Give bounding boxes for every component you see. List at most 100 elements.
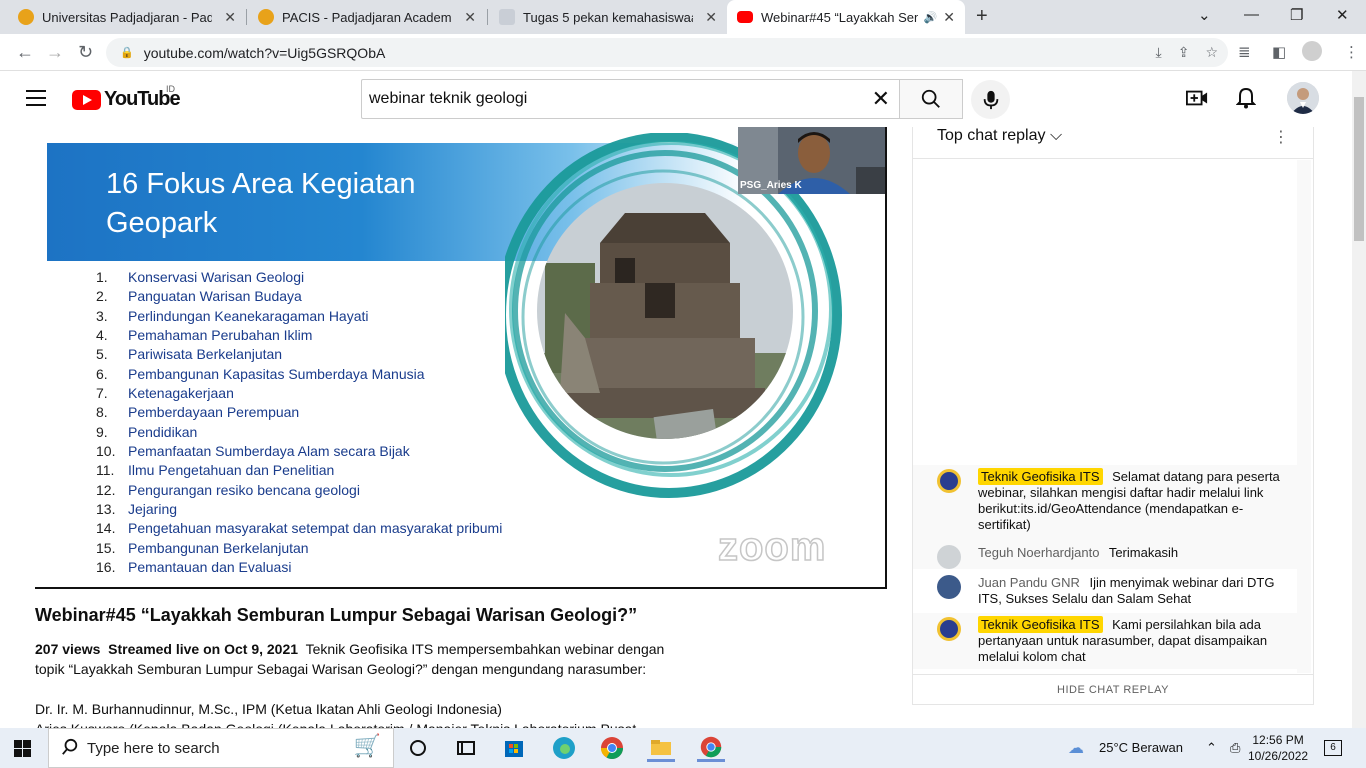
stream-date: Streamed live on Oct 9, 2021 <box>108 641 299 657</box>
chat-message[interactable]: Teguh Noerhardjanto Terimakasih <box>913 537 1297 569</box>
weather-text[interactable]: 25°C Berawan <box>1099 740 1183 755</box>
url-text: youtube.com/watch?v=Uig5GSRQObA <box>143 44 386 61</box>
chat-author[interactable]: Teguh Noerhardjanto <box>978 545 1099 560</box>
list-item: 3. Perlindungan Keanekaragaman Hayati <box>96 307 369 324</box>
tab-search-chevron-icon[interactable]: ⌄ <box>1198 6 1211 24</box>
chat-message[interactable]: Teknik Geofisika ITS Kami persilahkan bi… <box>913 613 1297 669</box>
chat-message-list: Teknik Geofisika ITS Selamat datang para… <box>913 465 1297 669</box>
restore-button[interactable]: ❐ <box>1290 6 1303 24</box>
chat-mode-dropdown[interactable]: Top chat replay ⌵ <box>937 127 1062 145</box>
close-window-button[interactable]: ✕ <box>1336 6 1349 24</box>
reading-list-icon[interactable]: ≣ <box>1238 43 1251 61</box>
profile-avatar-icon[interactable] <box>1302 41 1322 61</box>
microsoft-store-icon[interactable] <box>500 734 528 762</box>
chat-author[interactable]: Teknik Geofisika ITS <box>978 468 1103 485</box>
slide-title-line: 16 Fokus Area Kegiatan <box>106 168 416 200</box>
side-panel-icon[interactable]: ◧ <box>1272 43 1286 61</box>
clear-search-icon[interactable]: ✕ <box>872 86 890 112</box>
its-logo-avatar <box>937 617 961 641</box>
youtube-play-icon <box>72 89 101 110</box>
browser-tab-webinar[interactable]: Webinar#45 “Layakkah Semb 🔊 ✕ <box>727 0 965 34</box>
notification-count: 6 <box>1324 740 1342 756</box>
tab-close-icon[interactable]: ✕ <box>464 9 476 26</box>
list-item: 10. Pemanfaatan Sumberdaya Alam secara Bi… <box>96 443 410 460</box>
video-player[interactable]: 16 Fokus Area Kegiatan Geopark 1. Konserv… <box>35 127 887 589</box>
tab-close-icon[interactable]: ✕ <box>943 9 955 26</box>
list-item: 13. Jejaring <box>96 501 178 518</box>
browser-tab-tugas[interactable]: Tugas 5 pekan kemahasiswaan ✕ <box>489 0 727 34</box>
video-description[interactable]: 207 views Streamed live on Oct 9, 2021 T… <box>35 639 695 739</box>
list-item: 12. Pengurangan resiko bencana geologi <box>96 481 360 498</box>
cloudy-weather-icon[interactable]: ☁ <box>1068 738 1084 758</box>
chat-author[interactable]: Teknik Geofisika ITS <box>978 616 1103 633</box>
browser-tab-strip: Universitas Padjadjaran - Padjadja ✕ PAC… <box>0 0 1366 34</box>
microphone-icon <box>983 90 998 109</box>
avatar <box>937 545 961 569</box>
video-title: Webinar#45 “Layakkah Semburan Lumpur Seb… <box>35 605 638 625</box>
account-avatar[interactable] <box>1287 82 1319 114</box>
taskbar-search-input[interactable]: Type here to search 🛒 <box>48 728 394 768</box>
tab-close-icon[interactable]: ✕ <box>705 9 717 26</box>
slide-focus-list: 1. Konservasi Warisan Geologi 2. Panguatan… <box>96 268 502 578</box>
task-view-icon[interactable] <box>452 734 480 762</box>
chrome-active-window-icon[interactable] <box>697 734 725 762</box>
chrome-browser-icon[interactable] <box>598 734 626 762</box>
share-icon[interactable]: ⇪ <box>1178 44 1190 61</box>
voice-search-button[interactable] <box>971 80 1010 119</box>
file-explorer-icon[interactable] <box>647 734 675 762</box>
tab-close-icon[interactable]: ✕ <box>224 9 236 26</box>
list-item: 11. Ilmu Pengetahuan dan Penelitian <box>96 462 335 479</box>
edge-browser-icon[interactable] <box>550 734 578 762</box>
new-tab-button[interactable]: + <box>976 5 988 28</box>
search-button[interactable] <box>899 79 963 119</box>
guide-menu-icon[interactable] <box>26 90 46 111</box>
browser-menu-icon[interactable]: ⋮ <box>1344 43 1359 61</box>
show-hidden-icons-chevron-icon[interactable]: ⌃ <box>1206 740 1217 756</box>
chat-message[interactable]: Teknik Geofisika ITS Selamat datang para… <box>913 465 1297 537</box>
tab-title: Webinar#45 “Layakkah Semb <box>761 9 918 25</box>
notifications-bell-icon[interactable] <box>1235 87 1257 114</box>
notification-center-icon[interactable]: 6 <box>1324 738 1342 756</box>
lock-icon: 🔒 <box>120 47 134 59</box>
browser-tab-unpad[interactable]: Universitas Padjadjaran - Padjadja ✕ <box>8 0 246 34</box>
bookmark-star-icon[interactable]: ☆ <box>1205 44 1218 61</box>
slide-title: 16 Fokus Area Kegiatan Geopark <box>106 165 506 243</box>
back-arrow-icon[interactable]: ← <box>16 42 34 63</box>
search-placeholder: Type here to search <box>87 739 220 757</box>
list-item: 2. Panguatan Warisan Budaya <box>96 288 302 305</box>
chat-more-options-icon[interactable]: ⋮ <box>1273 127 1289 147</box>
windows-taskbar: Type here to search 🛒 ☁ 25°C Berawan ⌃ ⎙… <box>0 728 1366 768</box>
browser-tab-pacis[interactable]: PACIS - Padjadjaran Academics Ir ✕ <box>248 0 486 34</box>
list-item: 1. Konservasi Warisan Geologi <box>96 269 305 285</box>
search-input[interactable]: webinar teknik geologi ✕ <box>361 79 900 119</box>
speaker-audio-icon[interactable]: 🔊 <box>924 11 938 24</box>
list-item: 16. Pemantauan dan Evaluasi <box>96 559 292 576</box>
clock-time: 12:56 PM <box>1252 733 1304 747</box>
reload-icon[interactable]: ↻ <box>78 42 93 63</box>
create-video-icon[interactable] <box>1186 88 1208 113</box>
country-code: ID <box>166 84 175 94</box>
install-app-icon[interactable]: ⤓ <box>1156 44 1162 61</box>
list-item: 9. Pendidikan <box>96 423 198 440</box>
tab-title: Tugas 5 pekan kemahasiswaan <box>523 9 693 25</box>
network-icon[interactable]: ⎙ <box>1230 740 1240 756</box>
page-scrollbar-thumb[interactable] <box>1354 97 1364 241</box>
clock-date: 10/26/2022 <box>1248 749 1309 763</box>
page-scrollbar[interactable] <box>1352 71 1366 728</box>
chat-replay-panel: Top chat replay ⌵ ⋮ Teknik Geofisika ITS… <box>912 127 1314 705</box>
minimize-button[interactable]: — <box>1244 6 1259 23</box>
system-clock[interactable]: 12:56 PM 10/26/2022 <box>1248 732 1308 764</box>
speaker-line: Dr. Ir. M. Burhannudinnur, M.Sc., IPM (K… <box>35 701 502 717</box>
windows-start-icon[interactable] <box>14 740 31 762</box>
forward-arrow-icon[interactable]: → <box>46 42 64 63</box>
view-count: 207 views <box>35 641 101 657</box>
address-bar[interactable]: 🔒 youtube.com/watch?v=Uig5GSRQObA ⤓ ⇪ ☆ <box>106 38 1228 67</box>
chat-message[interactable]: Juan Pandu GNR Ijin menyimak webinar dar… <box>913 569 1297 613</box>
cortana-circle-icon[interactable] <box>404 734 432 762</box>
youtube-logo[interactable]: YouTube ID <box>72 84 181 111</box>
hide-chat-replay-button[interactable]: HIDE CHAT REPLAY <box>913 674 1313 704</box>
speaker-camera-thumbnail[interactable]: PSG_Aries K <box>738 127 885 194</box>
chat-scrollbar[interactable] <box>1297 160 1311 673</box>
chat-author[interactable]: Juan Pandu GNR <box>978 575 1080 590</box>
list-item: 8. Pemberdayaan Perempuan <box>96 404 300 421</box>
